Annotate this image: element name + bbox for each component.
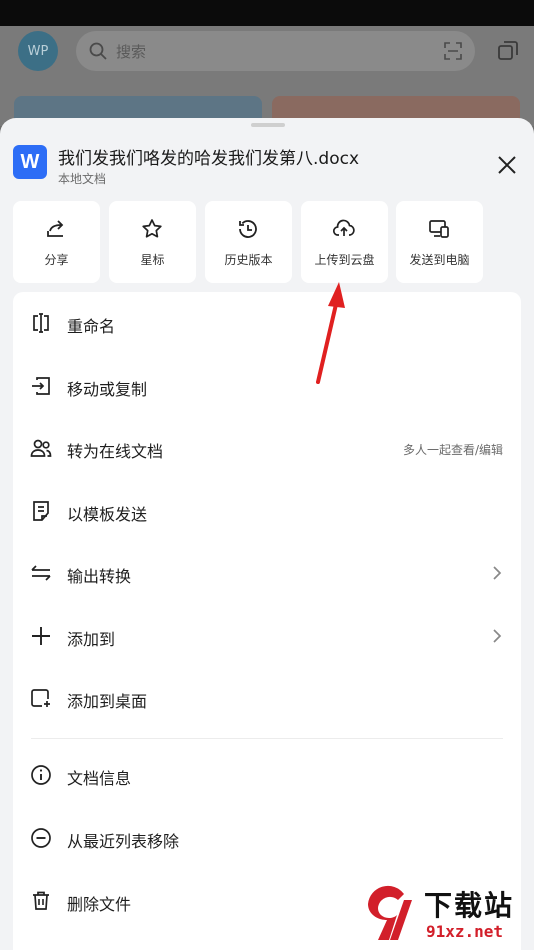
close-button[interactable] bbox=[494, 152, 520, 178]
info-icon bbox=[31, 765, 51, 785]
cloud-upload-icon bbox=[332, 219, 355, 236]
chevron-right-icon bbox=[493, 566, 502, 580]
menu-item-label: 删除文件 bbox=[67, 895, 132, 914]
template-icon bbox=[33, 501, 49, 521]
menu-item-label: 添加到桌面 bbox=[67, 692, 148, 711]
menu-item-label: 转为在线文档 bbox=[67, 442, 164, 461]
watermark: 下载站 91xz.net bbox=[360, 880, 534, 950]
search-placeholder: 搜索 bbox=[116, 43, 147, 61]
users-icon bbox=[30, 439, 52, 457]
annotation-arrow bbox=[316, 282, 345, 384]
menu-item-label: 重命名 bbox=[67, 317, 116, 336]
share-icon bbox=[47, 220, 64, 237]
share-button[interactable]: 分享 bbox=[13, 201, 100, 283]
menu-item-export[interactable]: 输出转换 bbox=[13, 542, 521, 604]
quick-actions: 分享 星标 历史版本 上传到云盘 发送到电脑 bbox=[13, 201, 483, 283]
drag-handle[interactable] bbox=[251, 123, 285, 127]
close-icon bbox=[498, 156, 516, 174]
remove-icon bbox=[31, 828, 51, 848]
menu-item-add-desktop[interactable]: 添加到桌面 bbox=[13, 667, 521, 729]
move-copy-icon bbox=[32, 377, 50, 395]
menu-item-label: 从最近列表移除 bbox=[67, 832, 180, 851]
menu-item-move-copy[interactable]: 移动或复制 bbox=[13, 355, 521, 417]
star-label: 星标 bbox=[140, 253, 165, 267]
send-to-pc-icon bbox=[429, 220, 449, 238]
menu-item-label: 文档信息 bbox=[67, 769, 132, 788]
trash-icon bbox=[33, 891, 49, 910]
menu-item-convert-online[interactable]: 转为在线文档 多人一起查看/编辑 bbox=[13, 417, 521, 479]
status-bar bbox=[0, 0, 534, 26]
search-icon bbox=[89, 42, 107, 60]
file-location: 本地文档 bbox=[58, 172, 107, 186]
menu-item-doc-info[interactable]: 文档信息 bbox=[13, 744, 521, 806]
file-name: 我们发我们咯发的哈发我们发第八.docx bbox=[58, 149, 360, 169]
upload-cloud-button[interactable]: 上传到云盘 bbox=[301, 201, 388, 283]
upload-cloud-label: 上传到云盘 bbox=[314, 253, 375, 267]
bottom-sheet: W 我们发我们咯发的哈发我们发第八.docx 本地文档 分享 星标 历史版本 上… bbox=[0, 118, 534, 950]
scan-icon bbox=[444, 42, 462, 60]
send-to-pc-button[interactable]: 发送到电脑 bbox=[396, 201, 483, 283]
star-icon bbox=[142, 219, 162, 238]
avatar: WP bbox=[18, 31, 58, 71]
menu-item-send-template[interactable]: 以模板发送 bbox=[13, 480, 521, 542]
history-icon bbox=[239, 220, 257, 238]
menu-item-label: 添加到 bbox=[67, 630, 116, 649]
divider bbox=[31, 738, 503, 739]
menu-item-label: 输出转换 bbox=[67, 567, 132, 586]
plus-icon bbox=[32, 627, 50, 645]
share-label: 分享 bbox=[44, 253, 69, 267]
send-to-pc-label: 发送到电脑 bbox=[409, 253, 470, 267]
menu-item-label: 以模板发送 bbox=[67, 505, 148, 524]
history-button[interactable]: 历史版本 bbox=[205, 201, 292, 283]
menu-item-rename[interactable]: 重命名 bbox=[13, 292, 521, 354]
tabs-icon bbox=[498, 41, 518, 60]
convert-icon bbox=[31, 565, 51, 581]
search-bar: 搜索 bbox=[76, 31, 475, 71]
add-desktop-icon bbox=[31, 689, 50, 707]
menu-item-label: 移动或复制 bbox=[67, 380, 148, 399]
history-label: 历史版本 bbox=[224, 253, 273, 267]
menu-list: 重命名 移动或复制 转为在线文档 多人一起查看/编辑 以模板发送 输出转换 添加… bbox=[13, 292, 521, 950]
menu-item-hint: 多人一起查看/编辑 bbox=[402, 443, 503, 457]
menu-item-add-to[interactable]: 添加到 bbox=[13, 605, 521, 667]
watermark-url: 91xz.net bbox=[426, 922, 504, 941]
menu-item-remove-recent[interactable]: 从最近列表移除 bbox=[13, 807, 521, 869]
word-file-icon: W bbox=[13, 145, 47, 179]
rename-icon bbox=[33, 313, 49, 333]
watermark-logo-icon bbox=[368, 885, 412, 940]
chevron-right-icon bbox=[493, 629, 502, 643]
watermark-title: 下载站 bbox=[424, 889, 515, 922]
star-button[interactable]: 星标 bbox=[109, 201, 196, 283]
